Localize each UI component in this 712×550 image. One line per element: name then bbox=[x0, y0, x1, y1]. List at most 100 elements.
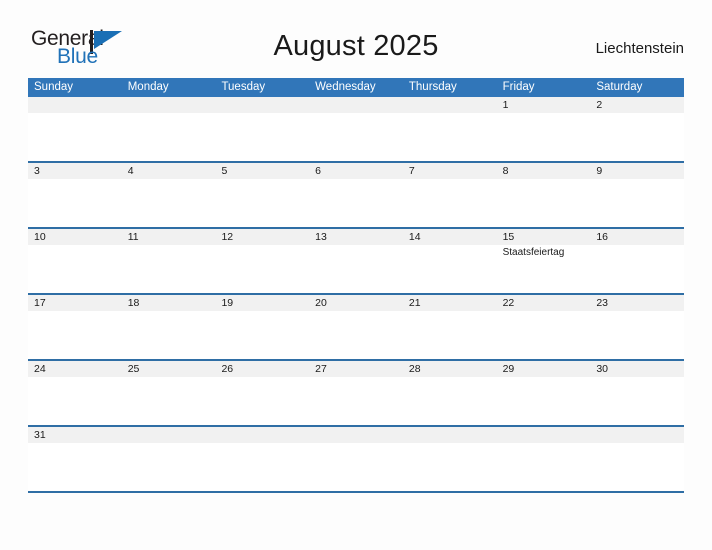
day-number[interactable]: 15 bbox=[497, 229, 591, 245]
day-cell[interactable] bbox=[28, 245, 122, 293]
day-cell[interactable] bbox=[215, 311, 309, 359]
day-cell[interactable] bbox=[28, 113, 122, 161]
day-cell[interactable] bbox=[309, 179, 403, 227]
day-number[interactable]: 31 bbox=[28, 427, 122, 443]
day-number[interactable]: 11 bbox=[122, 229, 216, 245]
day-cell[interactable] bbox=[122, 245, 216, 293]
day-number[interactable]: 21 bbox=[403, 295, 497, 311]
day-number[interactable]: 19 bbox=[215, 295, 309, 311]
calendar-week-row: 10 11 12 13 14 15 16 Staatsfeiertag bbox=[28, 227, 684, 293]
week-daynumber-band: 31 bbox=[28, 427, 684, 443]
day-number-empty bbox=[309, 97, 403, 113]
day-cell[interactable] bbox=[215, 179, 309, 227]
day-cell[interactable] bbox=[590, 113, 684, 161]
day-cell[interactable] bbox=[403, 311, 497, 359]
day-cell[interactable]: Staatsfeiertag bbox=[497, 245, 591, 293]
day-number-empty bbox=[403, 97, 497, 113]
calendar-page: General Blue August 2025 Liechtenstein S… bbox=[0, 0, 712, 550]
day-number[interactable]: 3 bbox=[28, 163, 122, 179]
day-cell[interactable] bbox=[309, 443, 403, 491]
day-cell[interactable] bbox=[590, 377, 684, 425]
week-daynumber-band: 24 25 26 27 28 29 30 bbox=[28, 361, 684, 377]
calendar-week-row: 17 18 19 20 21 22 23 bbox=[28, 293, 684, 359]
day-cell[interactable] bbox=[215, 443, 309, 491]
day-cell[interactable] bbox=[122, 311, 216, 359]
day-cell[interactable] bbox=[215, 113, 309, 161]
day-number[interactable]: 20 bbox=[309, 295, 403, 311]
day-cell[interactable] bbox=[309, 311, 403, 359]
calendar-week-row: 12 bbox=[28, 97, 684, 161]
day-number-empty bbox=[309, 427, 403, 443]
day-cell[interactable] bbox=[497, 113, 591, 161]
day-cell[interactable] bbox=[403, 113, 497, 161]
day-cell[interactable] bbox=[497, 311, 591, 359]
day-cell[interactable] bbox=[403, 245, 497, 293]
day-number[interactable]: 22 bbox=[497, 295, 591, 311]
day-number[interactable]: 13 bbox=[309, 229, 403, 245]
day-cell[interactable] bbox=[497, 179, 591, 227]
day-cell[interactable] bbox=[309, 245, 403, 293]
day-cell[interactable] bbox=[309, 113, 403, 161]
week-event-band: Staatsfeiertag bbox=[28, 245, 684, 293]
day-cell[interactable] bbox=[122, 113, 216, 161]
week-event-band bbox=[28, 113, 684, 161]
day-cell[interactable] bbox=[403, 443, 497, 491]
day-cell[interactable] bbox=[590, 443, 684, 491]
day-number[interactable]: 2 bbox=[590, 97, 684, 113]
calendar-grid: Sunday Monday Tuesday Wednesday Thursday… bbox=[28, 78, 684, 493]
calendar-week-row: 3456789 bbox=[28, 161, 684, 227]
day-number[interactable]: 6 bbox=[309, 163, 403, 179]
day-number-empty bbox=[403, 427, 497, 443]
day-number[interactable]: 16 bbox=[590, 229, 684, 245]
week-daynumber-band: 12 bbox=[28, 97, 684, 113]
calendar-weeks: 1 2 3 4 5 6 7 8 9 10 11 12 13 14 15 16 Staatsfeiertag 17 1… bbox=[28, 97, 684, 491]
day-number[interactable]: 29 bbox=[497, 361, 591, 377]
day-cell[interactable] bbox=[497, 443, 591, 491]
day-number[interactable]: 4 bbox=[122, 163, 216, 179]
day-number-empty bbox=[122, 97, 216, 113]
day-number[interactable]: 10 bbox=[28, 229, 122, 245]
calendar-week-row: 24 25 26 27 28 29 30 bbox=[28, 359, 684, 425]
day-number[interactable]: 23 bbox=[590, 295, 684, 311]
day-cell[interactable] bbox=[403, 179, 497, 227]
day-cell[interactable] bbox=[590, 245, 684, 293]
day-number[interactable]: 14 bbox=[403, 229, 497, 245]
day-number[interactable]: 17 bbox=[28, 295, 122, 311]
day-number-empty bbox=[28, 97, 122, 113]
day-cell[interactable] bbox=[122, 443, 216, 491]
day-number[interactable]: 7 bbox=[403, 163, 497, 179]
day-cell[interactable] bbox=[28, 377, 122, 425]
day-number[interactable]: 1 bbox=[497, 97, 591, 113]
day-number[interactable]: 25 bbox=[122, 361, 216, 377]
day-header-monday: Monday bbox=[127, 81, 169, 93]
day-cell[interactable] bbox=[28, 443, 122, 491]
day-number[interactable]: 24 bbox=[28, 361, 122, 377]
day-number[interactable]: 26 bbox=[215, 361, 309, 377]
day-cell[interactable] bbox=[215, 377, 309, 425]
week-daynumber-band: 17 18 19 20 21 22 23 bbox=[28, 295, 684, 311]
day-cell[interactable] bbox=[590, 179, 684, 227]
day-cell[interactable] bbox=[122, 377, 216, 425]
day-cell[interactable] bbox=[215, 245, 309, 293]
day-number[interactable]: 27 bbox=[309, 361, 403, 377]
day-header-wednesday: Wednesday bbox=[315, 81, 376, 93]
day-number[interactable]: 30 bbox=[590, 361, 684, 377]
day-cell[interactable] bbox=[309, 377, 403, 425]
day-number[interactable]: 28 bbox=[403, 361, 497, 377]
day-cell[interactable] bbox=[28, 311, 122, 359]
week-event-band bbox=[28, 377, 684, 425]
day-cell[interactable] bbox=[497, 377, 591, 425]
day-number[interactable]: 8 bbox=[497, 163, 591, 179]
week-event-band bbox=[28, 179, 684, 227]
day-cell[interactable] bbox=[403, 377, 497, 425]
day-cell[interactable] bbox=[590, 311, 684, 359]
day-number[interactable]: 5 bbox=[215, 163, 309, 179]
day-header-thursday: Thursday bbox=[408, 81, 457, 93]
day-number[interactable]: 12 bbox=[215, 229, 309, 245]
day-number[interactable]: 18 bbox=[122, 295, 216, 311]
day-cell[interactable] bbox=[28, 179, 122, 227]
holiday-event-label: Staatsfeiertag bbox=[502, 247, 565, 258]
day-number[interactable]: 9 bbox=[590, 163, 684, 179]
day-header-tuesday: Tuesday bbox=[221, 81, 266, 93]
day-cell[interactable] bbox=[122, 179, 216, 227]
